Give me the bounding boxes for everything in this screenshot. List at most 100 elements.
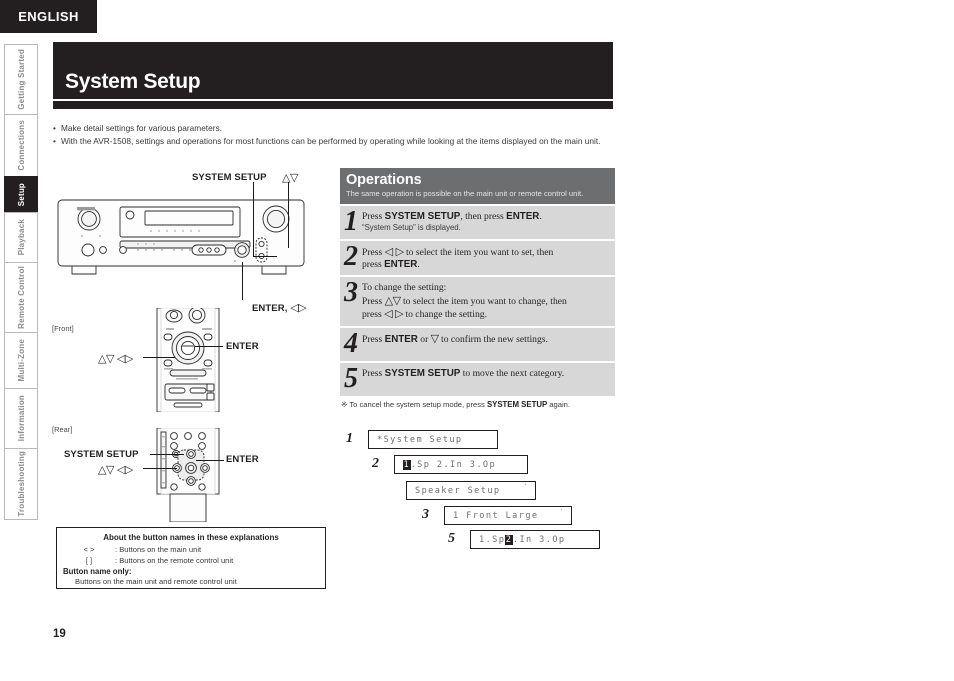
lcd-step-number: 5 bbox=[448, 531, 455, 546]
chapter-tab-list: Getting Started Connections Setup Playback R… bbox=[4, 44, 38, 520]
step-3-post: to select the item you want to change, t… bbox=[400, 295, 567, 307]
step-number-2: 2 bbox=[344, 240, 358, 272]
operations-subtitle: The same operation is possible on the ma… bbox=[346, 189, 584, 198]
sidebar-item-remote-control[interactable]: Remote Control bbox=[4, 262, 38, 332]
about-box-row-1: < >: Buttons on the main unit bbox=[63, 545, 319, 554]
step-3-pre: Press bbox=[362, 295, 385, 307]
lcd-text-highlighted: 1 bbox=[403, 459, 411, 470]
sidebar-item-label: Connections bbox=[16, 120, 26, 171]
about-box-row-2: [ ] : Buttons on the remote control unit bbox=[63, 556, 319, 565]
step-number-5: 5 bbox=[344, 362, 358, 394]
step-body-3: To change the setting: Press △▽ to selec… bbox=[362, 280, 610, 321]
operations-panel: Operations The same operation is possibl… bbox=[340, 168, 615, 410]
page-title: System Setup bbox=[65, 70, 201, 93]
sidebar-item-label: Getting Started bbox=[16, 49, 26, 110]
step-3-line-2: press ◁ ▷ to change the setting. bbox=[362, 308, 610, 321]
step-1-mid: , then press bbox=[460, 210, 507, 222]
step-1-post: . bbox=[539, 210, 542, 222]
sidebar-item-label: Setup bbox=[16, 182, 26, 207]
label-front-cursor: △▽ ◁▷ bbox=[98, 352, 133, 365]
step-1-sub: “System Setup” is displayed. bbox=[362, 223, 461, 232]
sidebar-item-multi-zone[interactable]: Multi-Zone bbox=[4, 332, 38, 388]
step-5-line: Press SYSTEM SETUP to move the next cate… bbox=[362, 368, 610, 380]
step-2-line2-pre: press bbox=[362, 259, 385, 270]
step-3-line2-pre: press bbox=[362, 309, 385, 321]
intro-bullets: Make detail settings for various paramet… bbox=[53, 122, 615, 147]
label-rear-enter: ENTER bbox=[226, 454, 259, 465]
step-2-pre: Press bbox=[362, 246, 385, 258]
sidebar-item-getting-started[interactable]: Getting Started bbox=[4, 44, 38, 114]
lcd-text: .In 3.Op bbox=[512, 534, 566, 545]
operations-note: ※ To cancel the system setup mode, press… bbox=[340, 400, 615, 410]
sidebar-item-connections[interactable]: Connections bbox=[4, 114, 38, 176]
lcd-step-number: 2 bbox=[372, 456, 379, 471]
step-4-line: Press ENTER or ▽ to confirm the new sett… bbox=[362, 331, 610, 346]
leader-line-system-setup-h bbox=[253, 256, 277, 257]
language-tab: ENGLISH bbox=[0, 0, 97, 33]
sidebar-item-label: Information bbox=[16, 395, 26, 442]
sidebar-item-playback[interactable]: Playback bbox=[4, 212, 38, 262]
step-4-down-arrow: ▽ bbox=[430, 331, 439, 345]
label-updown-arrows-unit: △▽ bbox=[282, 171, 298, 184]
step-2-line2-post: . bbox=[417, 259, 420, 270]
step-5-post: to move the next category. bbox=[460, 367, 565, 379]
about-box-key-2: [ ] bbox=[85, 556, 93, 565]
step-3-line2-post: to change the setting. bbox=[403, 309, 487, 321]
lcd-text-highlighted: 2 bbox=[505, 534, 513, 545]
about-box-key-3: Button name only: bbox=[63, 567, 132, 576]
step-1-pre: Press bbox=[362, 210, 385, 222]
lcd-display: *System Setup bbox=[368, 430, 498, 449]
leader-line-rear-system-setup bbox=[150, 454, 184, 455]
step-4-bold-enter: ENTER bbox=[384, 333, 418, 345]
sidebar-item-troubleshooting[interactable]: Troubleshooting bbox=[4, 448, 38, 520]
lcd-text: Speaker Setup bbox=[415, 485, 501, 496]
note-post: again. bbox=[547, 399, 570, 409]
lcd-text: 1.Sp bbox=[479, 534, 506, 545]
sidebar-item-label: Multi-Zone bbox=[16, 339, 26, 382]
caption-rear: [Rear] bbox=[52, 425, 73, 434]
intro-bullet-1: Make detail settings for various paramet… bbox=[53, 122, 615, 135]
lcd-step-number: 3 bbox=[422, 507, 429, 522]
lcd-text: 1 Front Large bbox=[453, 510, 539, 521]
label-enter-unit: ENTER, ◁▷ bbox=[252, 301, 307, 314]
manual-page: ENGLISH Getting Started Connections Setup P… bbox=[0, 0, 954, 681]
operations-title: Operations bbox=[346, 172, 422, 188]
about-box-title: About the button names in these explanat… bbox=[103, 533, 279, 542]
step-number-3: 3 bbox=[344, 277, 358, 309]
leader-line-front-cursor bbox=[143, 357, 175, 358]
step-3-updown-arrows: △▽ bbox=[384, 293, 401, 307]
about-box-value-3: Buttons on the main unit and remote cont… bbox=[75, 577, 237, 586]
page-number: 19 bbox=[53, 628, 66, 640]
step-2-line-2: press ENTER. bbox=[362, 259, 610, 271]
step-4-mid: or bbox=[417, 333, 431, 345]
remote-rear-illustration bbox=[156, 428, 220, 522]
note-bold-system-setup: SYSTEM SETUP bbox=[486, 399, 548, 409]
step-body-5: Press SYSTEM SETUP to move the next cate… bbox=[362, 366, 610, 380]
step-2-line-1: Press ◁ ▷ to select the item you want to… bbox=[362, 244, 610, 259]
step-number-4: 4 bbox=[344, 327, 358, 359]
lcd-display: 1 Front Large ′ bbox=[444, 506, 572, 525]
lcd-text: .Sp 2.In 3.Op bbox=[410, 459, 497, 470]
step-1-bold-enter: ENTER bbox=[506, 210, 540, 222]
operations-step-4: 4 Press ENTER or ▽ to confirm the new se… bbox=[340, 325, 615, 361]
about-box-key-1: < > bbox=[83, 545, 95, 554]
leader-line-rear-enter bbox=[196, 460, 224, 461]
operations-header: Operations The same operation is possibl… bbox=[340, 168, 615, 204]
remote-front-illustration bbox=[156, 308, 220, 412]
step-2-bold-enter: ENTER bbox=[384, 259, 418, 270]
lcd-corner-mark-icon: ′ bbox=[523, 483, 529, 491]
note-pre: ※ To cancel the system setup mode, press bbox=[341, 399, 487, 409]
leader-line-system-setup bbox=[253, 182, 254, 257]
step-3-leftright-arrows: ◁ ▷ bbox=[384, 307, 404, 321]
receiver-front-illustration bbox=[57, 199, 305, 275]
step-2-post: to select the item you want to set, then bbox=[403, 246, 554, 258]
about-box-value-2: : Buttons on the remote control unit bbox=[115, 556, 234, 565]
sidebar-item-information[interactable]: Information bbox=[4, 388, 38, 448]
step-2-leftright-arrows: ◁ ▷ bbox=[384, 244, 404, 258]
sidebar-item-label: Playback bbox=[16, 219, 26, 256]
sidebar-item-setup[interactable]: Setup bbox=[4, 176, 38, 212]
sidebar-item-label: Remote Control bbox=[16, 266, 26, 329]
step-body-2: Press ◁ ▷ to select the item you want to… bbox=[362, 244, 610, 272]
step-1-main: Press SYSTEM SETUP, then press ENTER. bbox=[362, 211, 610, 223]
lcd-display: 1.Sp 2.In 3.Op bbox=[394, 455, 528, 474]
